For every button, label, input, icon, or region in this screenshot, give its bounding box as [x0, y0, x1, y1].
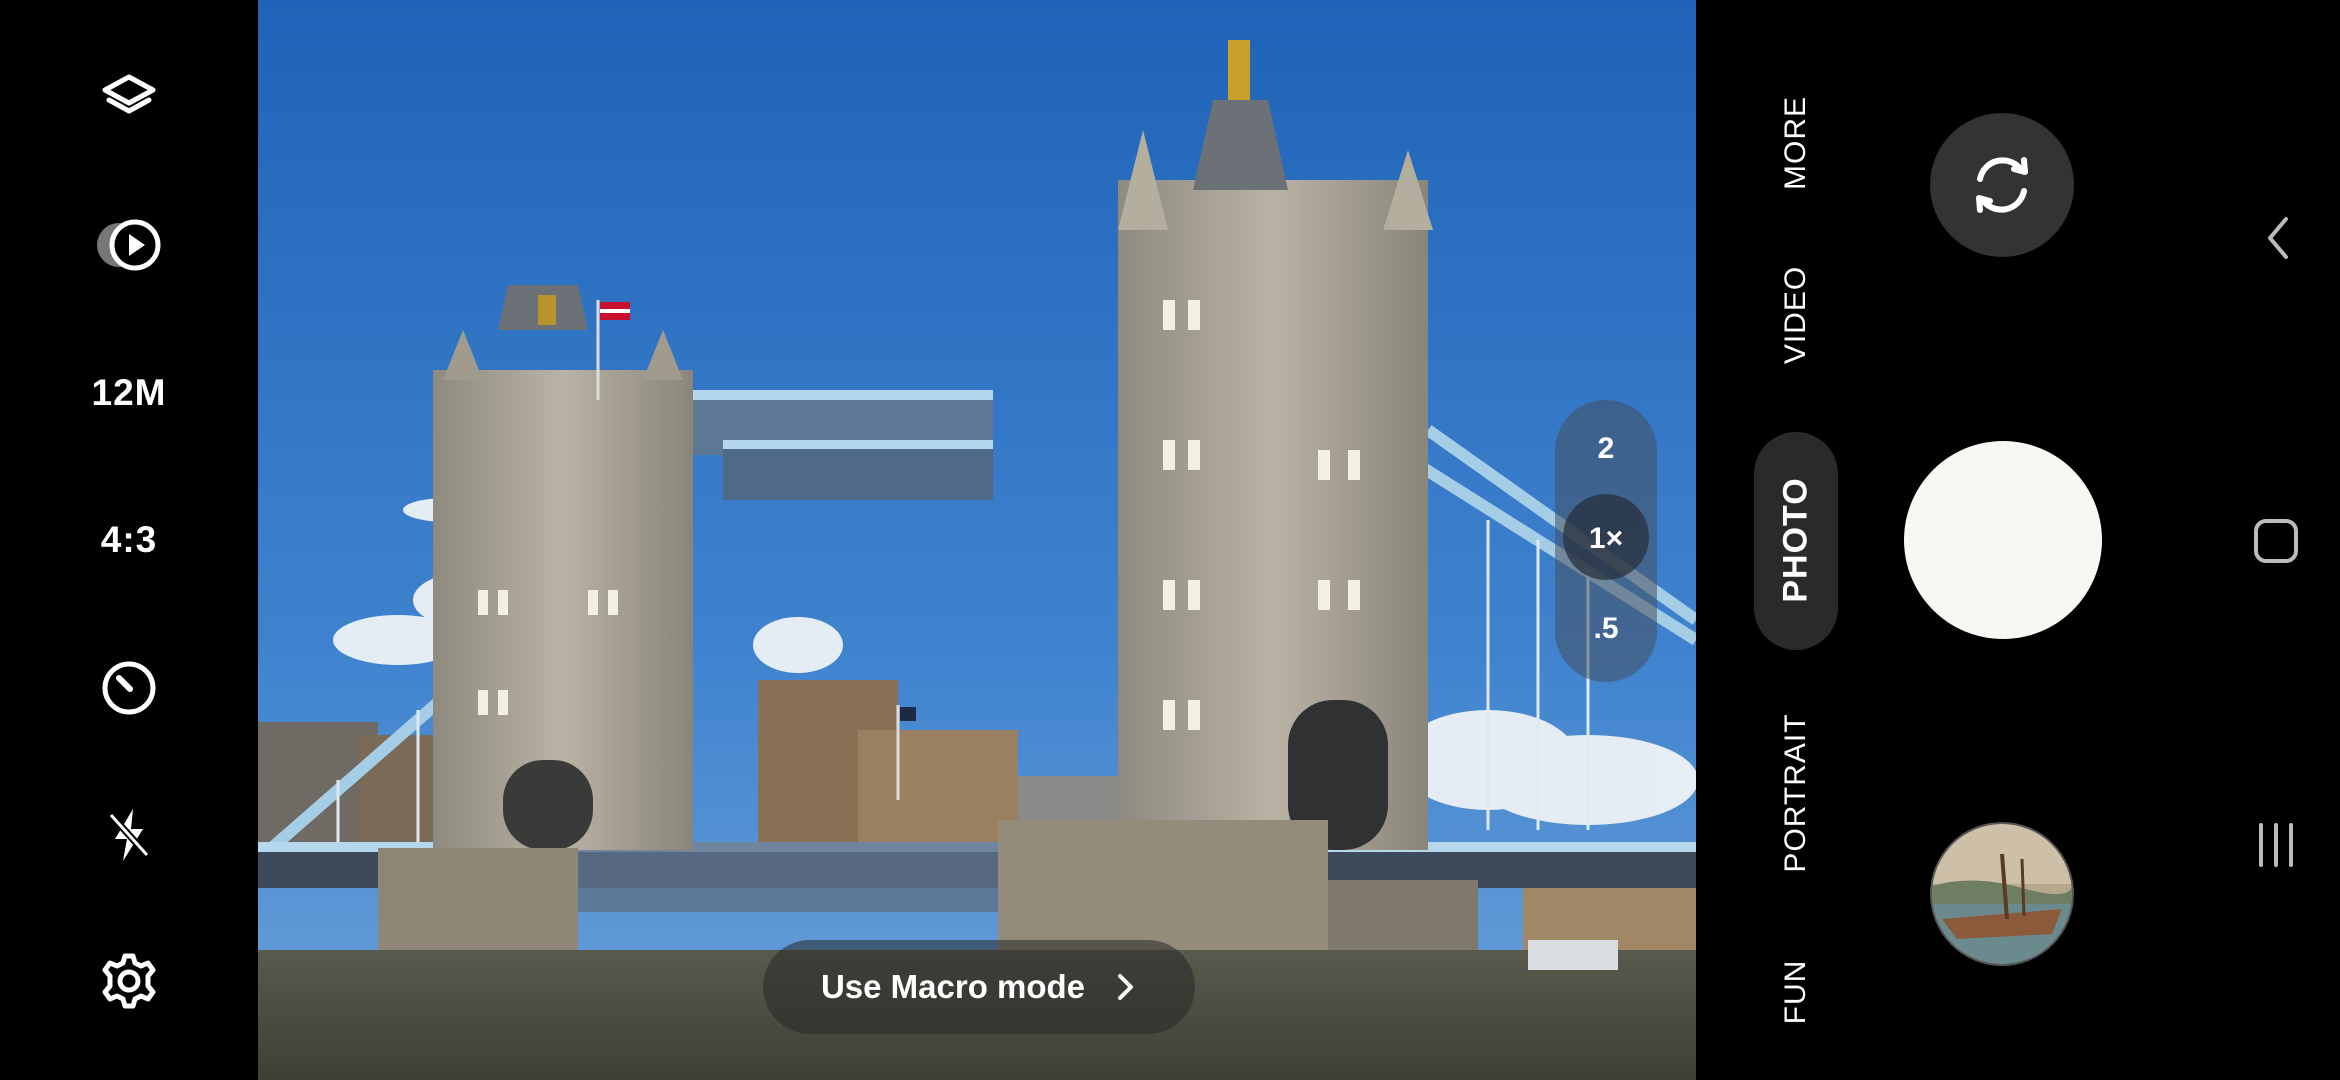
- flash-off-icon: [99, 805, 159, 865]
- back-icon: [2258, 213, 2298, 263]
- aspect-ratio-label: 4:3: [100, 519, 158, 560]
- aspect-ratio-button[interactable]: 4:3: [0, 485, 258, 595]
- recents-icon: [2251, 820, 2301, 870]
- mode-fun[interactable]: FUN: [1779, 960, 1813, 1025]
- home-button[interactable]: [2246, 511, 2306, 571]
- layers-icon: [99, 69, 159, 129]
- mode-portrait[interactable]: PORTRAIT: [1779, 713, 1813, 872]
- shutter-button[interactable]: [1904, 441, 2102, 639]
- zoom-option-0-5[interactable]: .5: [1555, 612, 1657, 646]
- motion-photo-button[interactable]: [0, 190, 258, 300]
- mode-photo[interactable]: PHOTO: [1777, 477, 1816, 602]
- flash-button[interactable]: [0, 780, 258, 890]
- switch-camera-icon: [1964, 147, 2040, 223]
- macro-mode-prompt[interactable]: Use Macro mode: [763, 940, 1195, 1034]
- settings-icon: [99, 951, 159, 1011]
- timer-button[interactable]: [0, 633, 258, 743]
- chevron-right-icon: [1115, 972, 1137, 1002]
- zoom-option-1x[interactable]: 1×: [1555, 522, 1657, 556]
- mode-more[interactable]: MORE: [1779, 96, 1813, 190]
- recents-button[interactable]: [2246, 815, 2306, 875]
- camera-viewfinder[interactable]: 2 1× .5 Use Macro mode: [258, 0, 1696, 1080]
- gallery-thumbnail[interactable]: [1930, 822, 2074, 966]
- motion-photo-icon: [93, 215, 165, 275]
- back-button[interactable]: [2248, 208, 2308, 268]
- macro-mode-label: Use Macro mode: [820, 968, 1086, 1005]
- layers-button[interactable]: [0, 44, 258, 154]
- zoom-option-2[interactable]: 2: [1555, 432, 1657, 466]
- gallery-thumbnail-image: [1932, 824, 2072, 964]
- resolution-label: 12M: [91, 372, 167, 413]
- switch-camera-button[interactable]: [1930, 113, 2074, 257]
- timer-icon: [99, 658, 159, 718]
- mode-video[interactable]: VIDEO: [1779, 266, 1813, 364]
- left-toolbar: 12M 4:3: [0, 0, 258, 1080]
- settings-button[interactable]: [0, 926, 258, 1036]
- home-icon: [2251, 516, 2301, 566]
- resolution-button[interactable]: 12M: [0, 338, 258, 448]
- viewfinder-scene: [258, 0, 1696, 1080]
- zoom-selector[interactable]: 2 1× .5: [1555, 400, 1657, 682]
